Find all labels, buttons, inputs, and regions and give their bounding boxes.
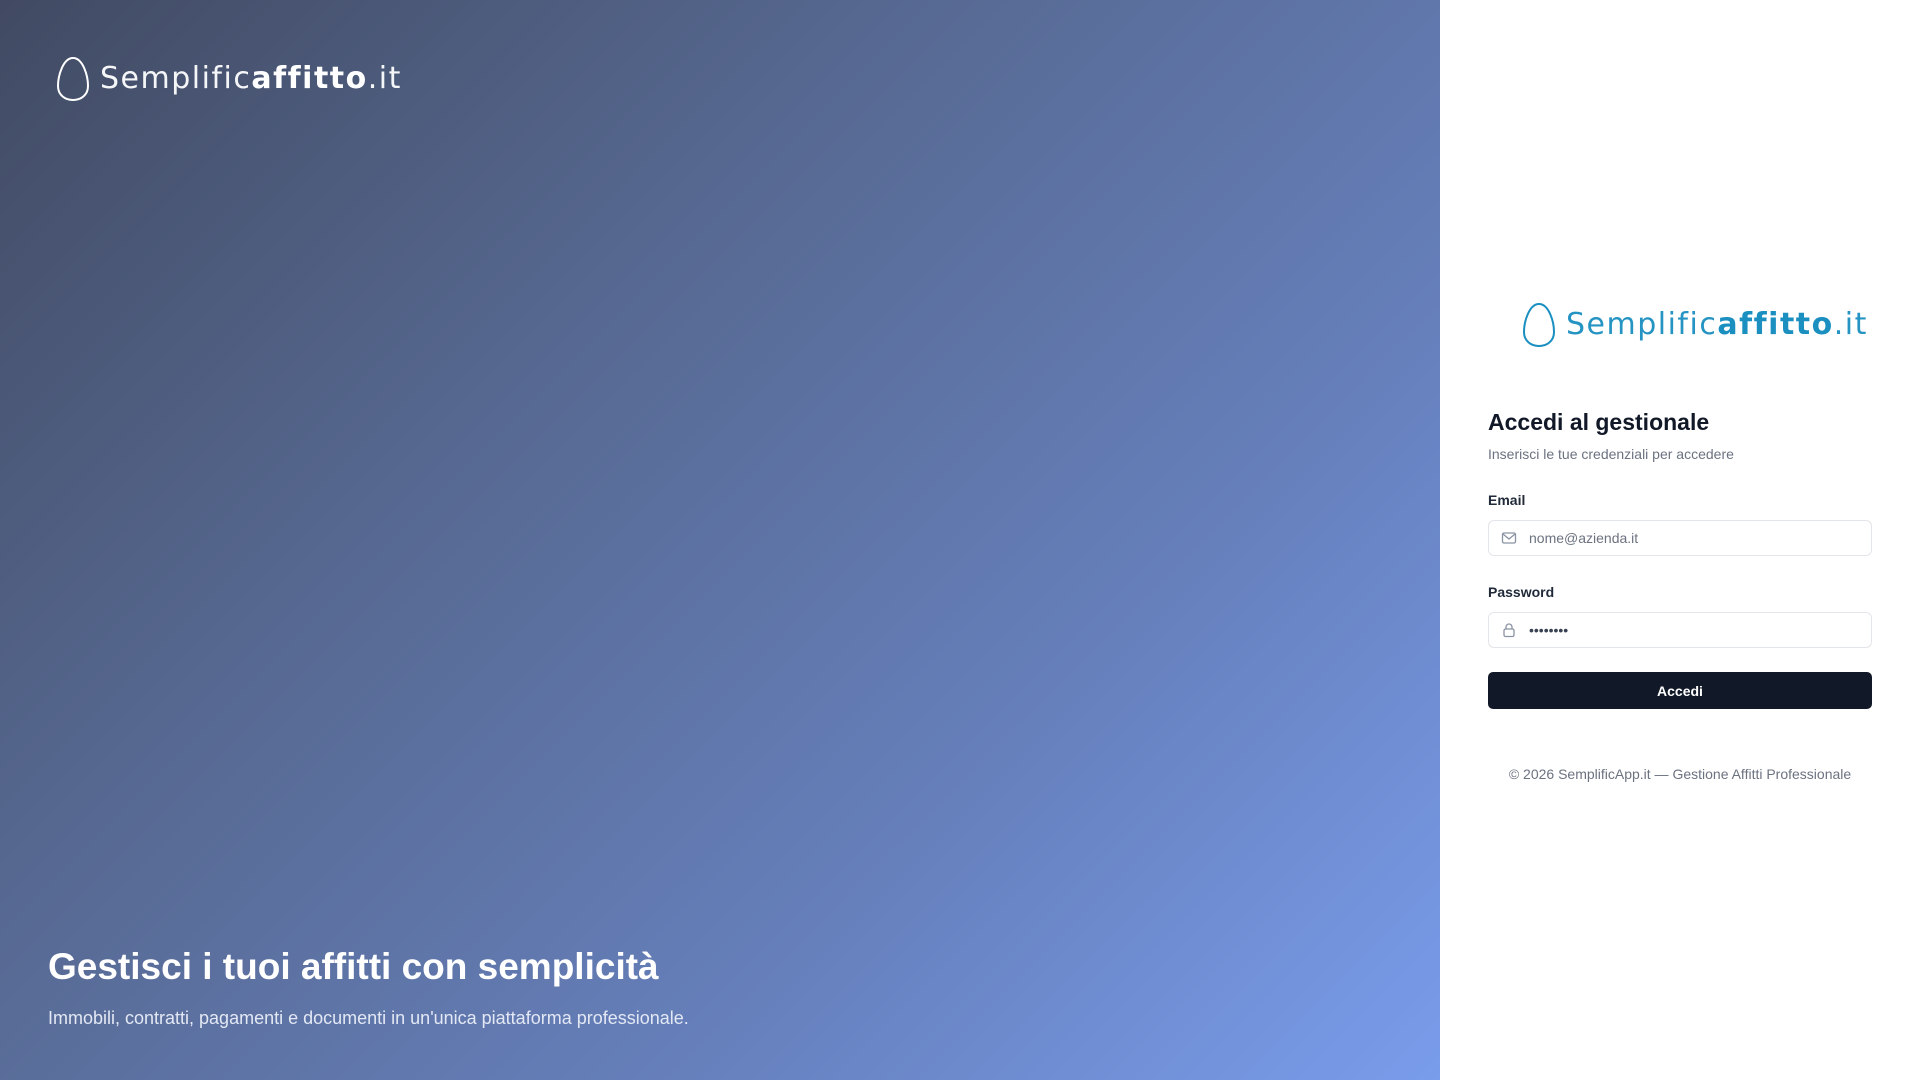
hero-headline: Gestisci i tuoi affitti con semplicità: [48, 946, 659, 987]
login-subtitle: Inserisci le tue credenziali per acceder…: [1488, 446, 1734, 462]
mail-icon: [1489, 521, 1529, 555]
panel-logo: Semplificaffitto.it: [1522, 302, 1868, 348]
login-button[interactable]: Accedi: [1488, 672, 1872, 709]
email-label: Email: [1488, 492, 1526, 508]
egg-outline-icon: [1522, 302, 1556, 348]
login-panel: Semplificaffitto.it Accedi al gestionale…: [1440, 0, 1920, 1080]
password-label: Password: [1488, 584, 1555, 600]
email-input[interactable]: [1529, 521, 1871, 555]
logo-name-light: Semplific: [100, 61, 252, 96]
logo-name-bold: affitto: [1717, 307, 1834, 342]
email-field-wrapper: [1488, 520, 1872, 556]
egg-outline-icon: [56, 56, 90, 102]
password-field-wrapper: [1488, 612, 1872, 648]
hero-logo: Semplificaffitto.it: [56, 56, 402, 102]
panel-logo-text: Semplificaffitto.it: [1566, 302, 1868, 348]
password-input[interactable]: [1529, 613, 1871, 647]
logo-name-bold: affitto: [251, 61, 368, 96]
logo-name-suffix: .it: [367, 61, 402, 96]
hero-panel: Semplificaffitto.it Gestisci i tuoi affi…: [0, 0, 1440, 1080]
hero-logo-text: Semplificaffitto.it: [100, 56, 402, 102]
hero-subheadline: Immobili, contratti, pagamenti e documen…: [48, 1008, 689, 1028]
logo-name-light: Semplific: [1566, 307, 1718, 342]
footer-copyright: © 2026 SemplificApp.it — Gestione Affitt…: [1508, 766, 1852, 782]
logo-name-suffix: .it: [1833, 307, 1868, 342]
lock-icon: [1489, 613, 1529, 647]
login-title: Accedi al gestionale: [1488, 409, 1710, 435]
